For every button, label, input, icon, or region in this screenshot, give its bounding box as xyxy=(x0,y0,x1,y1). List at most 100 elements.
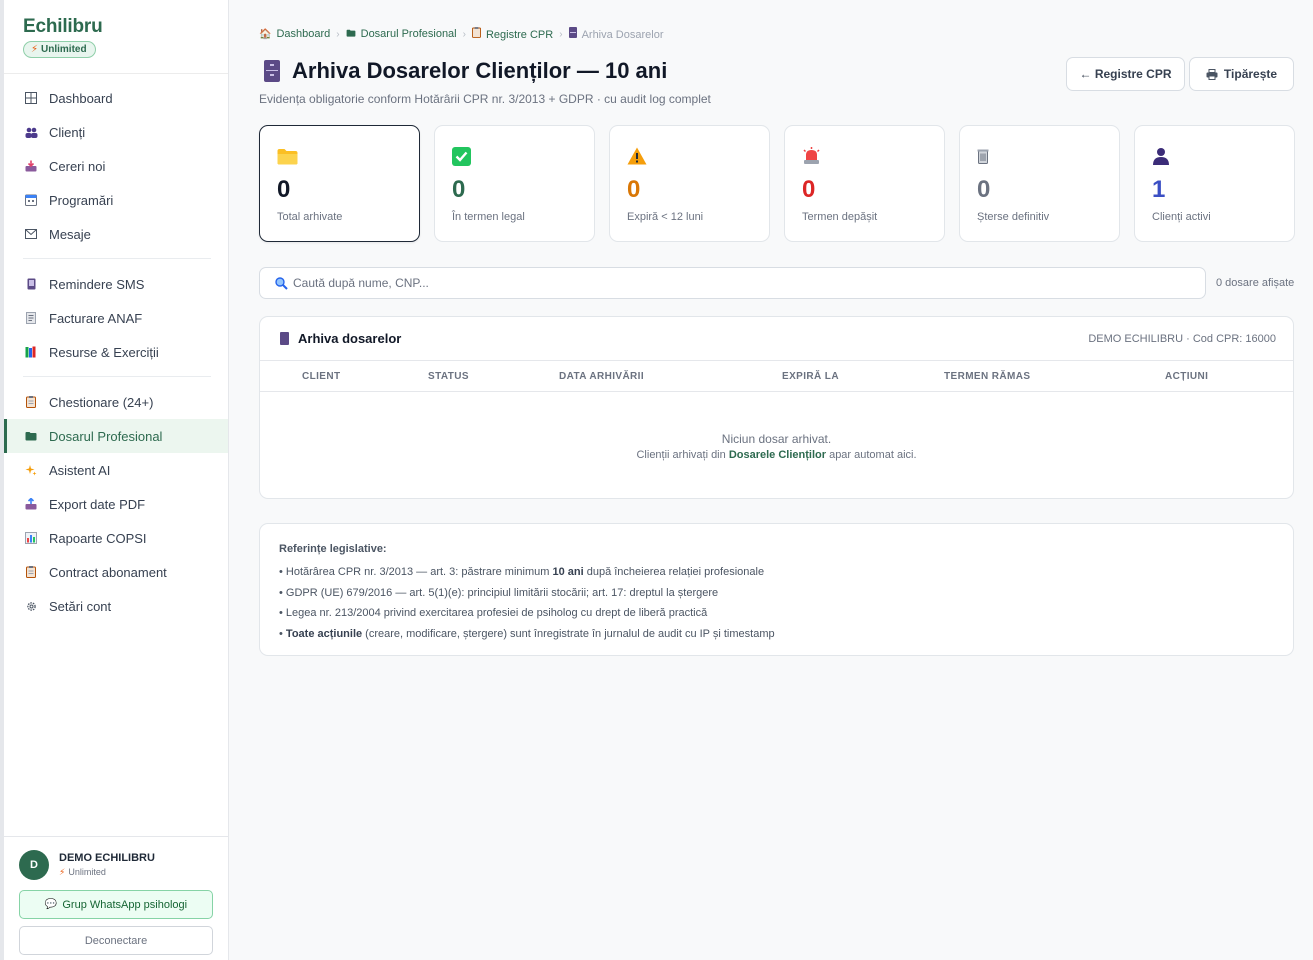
stat-label: Total arhivate xyxy=(277,211,343,223)
sidebar-item-programari[interactable]: Programări xyxy=(4,183,228,217)
printer-icon xyxy=(1206,68,1218,80)
sidebar-item-facturare-anaf[interactable]: Facturare ANAF xyxy=(4,301,228,335)
stat-value: 0 xyxy=(277,176,291,203)
lightning-icon: ⚡ xyxy=(31,44,39,55)
avatar[interactable]: D xyxy=(19,850,49,880)
search-box xyxy=(259,267,1206,299)
table-header: CLIENT STATUS DATA ARHIVĂRII EXPIRĂ LA T… xyxy=(260,361,1293,392)
stat-label: Expiră < 12 luni xyxy=(627,211,704,223)
sidebar-item-dosarul-profesional[interactable]: Dosarul Profesional xyxy=(4,419,228,453)
archive-card-meta: DEMO ECHILIBRU · Cod CPR: 16000 xyxy=(1088,332,1276,345)
back-registre-cpr-button[interactable]: ← Registre CPR xyxy=(1066,57,1185,91)
stat-termen-depasit[interactable]: 0 Termen depășit xyxy=(784,125,945,242)
nav-divider xyxy=(23,258,211,259)
breadcrumb: 🏠 Dashboard › Dosarul Profesional › Regis… xyxy=(259,27,663,41)
breadcrumb-label: Dosarul Profesional xyxy=(360,28,457,40)
outbox-tray-icon xyxy=(24,497,38,511)
whatsapp-group-button[interactable]: 💬 Grup WhatsApp psihologi xyxy=(19,890,213,919)
column-header-termen-ramas[interactable]: TERMEN RĂMAS xyxy=(944,371,1030,382)
column-header-status[interactable]: STATUS xyxy=(428,371,469,382)
sidebar-item-mesaje[interactable]: Mesaje xyxy=(4,217,228,251)
stat-expira-12-luni[interactable]: 0 Expiră < 12 luni xyxy=(609,125,770,242)
sidebar-item-contract-abonament[interactable]: Contract abonament xyxy=(4,555,228,589)
stat-sterse-definitiv[interactable]: 0 Șterse definitiv xyxy=(959,125,1120,242)
user-plan-label: Unlimited xyxy=(68,867,106,877)
clipboard-icon xyxy=(471,27,481,41)
sidebar-item-label: Export date PDF xyxy=(49,496,146,512)
legal-references: Referințe legislative: • Hotărârea CPR n… xyxy=(259,523,1294,656)
books-icon xyxy=(24,345,38,359)
stat-label: Șterse definitiv xyxy=(977,211,1050,223)
siren-icon xyxy=(802,144,944,168)
clipboard-icon xyxy=(24,395,38,409)
archive-card-title: Arhiva dosarelor xyxy=(280,331,401,346)
legal-text: (creare, modificare, ștergere) sunt înre… xyxy=(362,627,775,640)
results-count: 0 dosare afișate xyxy=(1216,277,1295,289)
folder-icon xyxy=(346,29,356,40)
sidebar-item-label: Contract abonament xyxy=(49,564,167,580)
breadcrumb-dashboard[interactable]: 🏠 Dashboard xyxy=(259,28,330,40)
inbox-tray-icon xyxy=(24,159,38,173)
mobile-phone-icon xyxy=(24,277,38,291)
user-icon xyxy=(1152,144,1294,168)
column-header-client[interactable]: CLIENT xyxy=(302,371,341,382)
legal-reference-item: • Toate acțiunile (creare, modificare, ș… xyxy=(279,624,1293,645)
user-plan: ⚡ Unlimited xyxy=(59,867,155,878)
brand: Echilibru ⚡ Unlimited xyxy=(4,0,228,74)
sidebar-item-clienti[interactable]: Clienți xyxy=(4,115,228,149)
people-icon xyxy=(24,125,38,139)
logout-button[interactable]: Deconectare xyxy=(19,926,213,955)
archive-card-header: Arhiva dosarelor DEMO ECHILIBRU · Cod CP… xyxy=(260,317,1293,361)
sidebar-item-export-pdf[interactable]: Export date PDF xyxy=(4,487,228,521)
sidebar-item-cereri-noi[interactable]: Cereri noi xyxy=(4,149,228,183)
stats-row: 0 Total arhivate 0 În termen legal 0 Exp… xyxy=(259,125,1295,242)
user-name: DEMO ECHILIBRU xyxy=(59,852,155,864)
print-button[interactable]: Tipărește xyxy=(1189,57,1294,91)
legal-text: • Hotărârea CPR nr. 3/2013 — art. 3: păs… xyxy=(279,566,553,578)
sparkles-icon xyxy=(24,463,38,477)
breadcrumb-separator: › xyxy=(559,28,563,40)
sidebar-item-label: Dosarul Profesional xyxy=(49,428,163,444)
whatsapp-group-label: Grup WhatsApp psihologi xyxy=(62,898,188,911)
trash-icon xyxy=(977,144,1119,168)
stat-label: În termen legal xyxy=(452,211,525,223)
stat-clienti-activi[interactable]: 1 Clienți activi xyxy=(1134,125,1295,242)
lightning-icon: ⚡ xyxy=(59,867,66,877)
breadcrumb-dosarul-profesional[interactable]: Dosarul Profesional xyxy=(346,28,457,40)
bar-chart-icon xyxy=(24,531,38,545)
envelope-icon xyxy=(24,227,38,241)
search-input[interactable] xyxy=(293,276,1173,290)
stat-value: 1 xyxy=(1152,176,1166,203)
legal-references-title: Referințe legislative: xyxy=(279,543,387,555)
legal-text-bold: Toate acțiunile xyxy=(285,627,363,640)
empty-state: Niciun dosar arhivat. Clienții arhivați … xyxy=(260,392,1293,461)
brand-logo-text[interactable]: Echilibru xyxy=(23,16,209,38)
user-panel: D DEMO ECHILIBRU ⚡ Unlimited 💬 Grup Whats… xyxy=(4,836,228,960)
warning-icon xyxy=(627,144,769,168)
stat-total-arhivate[interactable]: 0 Total arhivate xyxy=(259,125,420,242)
archive-card-title-text: Arhiva dosarelor xyxy=(298,331,402,346)
column-header-expira-la[interactable]: EXPIRĂ LA xyxy=(782,371,839,382)
stat-label: Termen depășit xyxy=(802,211,878,223)
stat-in-termen-legal[interactable]: 0 În termen legal xyxy=(434,125,595,242)
check-box-icon xyxy=(452,144,594,168)
sidebar-item-remindere-sms[interactable]: Remindere SMS xyxy=(4,267,228,301)
sidebar-item-label: Remindere SMS xyxy=(49,276,145,292)
breadcrumb-registre-cpr[interactable]: Registre CPR xyxy=(471,27,553,41)
sidebar-item-chestionare[interactable]: Chestionare (24+) xyxy=(4,385,228,419)
file-cabinet-icon xyxy=(280,332,289,345)
folder-icon xyxy=(24,429,38,443)
legal-text: după încheierea relației profesionale xyxy=(583,566,765,578)
column-header-data-arhivarii[interactable]: DATA ARHIVĂRII xyxy=(559,371,644,382)
sidebar-item-resurse-exercitii[interactable]: Resurse & Exerciții xyxy=(4,335,228,369)
sidebar-item-label: Chestionare (24+) xyxy=(49,394,154,410)
dosarele-clientilor-link[interactable]: Dosarele Clienților xyxy=(729,449,826,461)
sidebar-item-dashboard[interactable]: Dashboard xyxy=(4,81,228,115)
sidebar-item-setari-cont[interactable]: Setări cont xyxy=(4,589,228,623)
sidebar-nav: Dashboard Clienți Cereri noi Programări … xyxy=(4,74,228,623)
empty-state-text: Clienții arhivați din Dosarele Cliențilo… xyxy=(260,449,1293,461)
sidebar-item-asistent-ai[interactable]: Asistent AI xyxy=(4,453,228,487)
receipt-icon xyxy=(24,311,38,325)
sidebar-item-label: Resurse & Exerciții xyxy=(49,344,159,360)
sidebar-item-rapoarte-copsi[interactable]: Rapoarte COPSI xyxy=(4,521,228,555)
